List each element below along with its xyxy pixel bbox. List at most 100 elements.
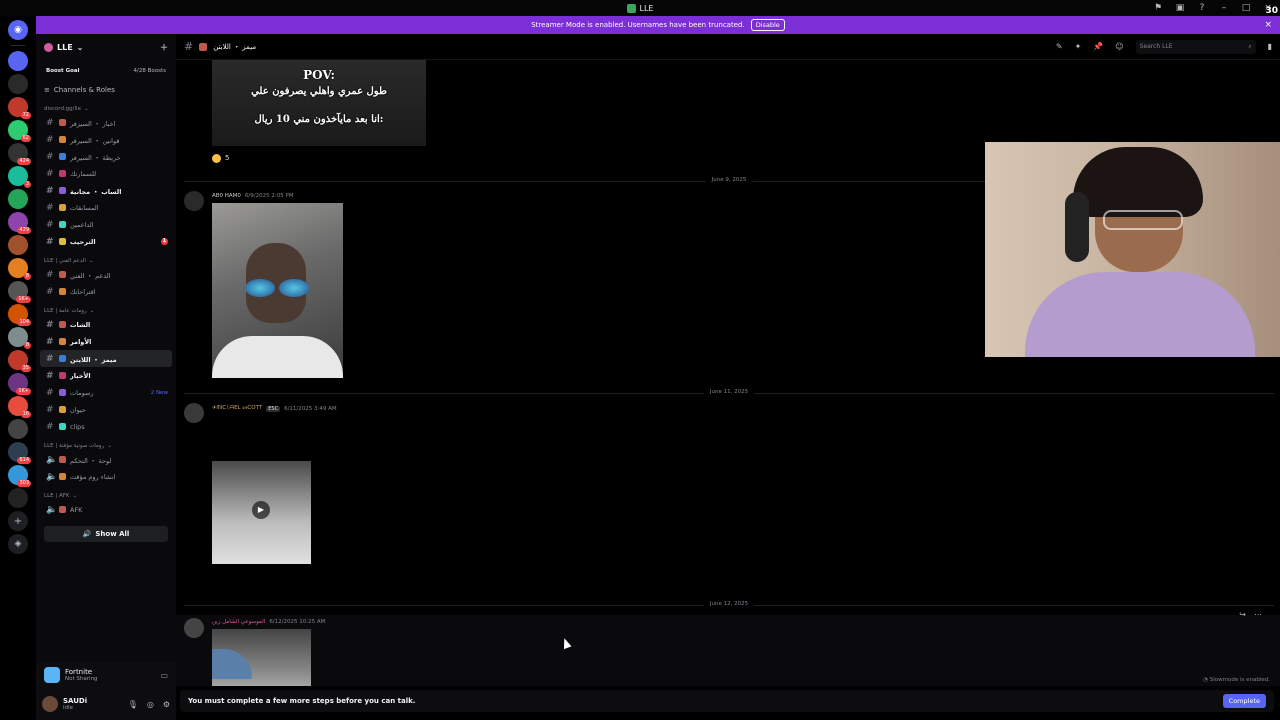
server-icon[interactable]: 3 [8,166,31,188]
server-icon[interactable]: 303 [8,465,31,487]
avatar[interactable] [184,191,204,211]
server-icon[interactable] [8,189,28,209]
members-icon[interactable]: ☺ [1115,42,1123,51]
channel-category[interactable]: LLE | AFK ⌄ [36,485,176,501]
minimize-icon[interactable]: – [1218,2,1230,14]
server-icon[interactable]: 429 [8,212,31,234]
channel-item[interactable]: # اقتراحاتك [36,283,176,300]
image-attachment[interactable] [212,629,311,686]
channel-item[interactable]: # الأخبار [36,367,176,384]
chevron-down-icon: ⌄ [88,258,94,264]
server-icon[interactable] [8,51,28,71]
server-icon[interactable]: 8 [8,327,31,349]
server-icon[interactable]: 614 [8,442,31,464]
message-author[interactable]: ✈ᗰIᑕᛕᗩEᒪ ᔕᑕOTT [212,405,262,412]
inbox-icon[interactable]: ⚑ [1152,2,1164,14]
server-tag[interactable]: ESC [266,405,281,412]
channel-item[interactable]: # clips [36,418,176,435]
category-label: LLE | رومات صوتية مؤقتة [44,443,105,449]
banner-text: Streamer Mode is enabled. Usernames have… [531,21,745,29]
server-icon[interactable]: 424 [8,143,31,165]
complete-button[interactable]: Complete [1222,694,1266,708]
channel-name: ميمز ・ اللايتن [213,42,257,51]
threads-icon[interactable]: ✎ [1056,42,1063,51]
screen-share-icon[interactable]: ▭ [160,671,168,680]
help-icon[interactable]: ? [1196,2,1208,14]
avatar[interactable] [42,696,58,712]
server-icon[interactable] [8,488,28,508]
server-icon[interactable] [8,419,28,439]
channel-category[interactable]: LLE | رومات صوتية مؤقتة ⌄ [36,435,176,451]
channel-item[interactable]: # الدعم ・ الفني [36,266,176,283]
activity-status: Not Sharing [65,676,98,682]
channel-category[interactable]: LLE | الدعم الفني ⌄ [36,250,176,266]
inbox-header-icon[interactable]: ▮ [1268,42,1272,51]
channel-category[interactable]: LLE | رومات عامة ⌄ [36,300,176,316]
show-all-button[interactable]: 🔊 Show All [44,526,168,542]
channel-item[interactable]: 🔈 لوحة ・ التحكم [36,451,176,468]
meme-image[interactable]: POV: طول عمري واهلي يصرفون علي انا بعد م… [212,60,426,146]
channels-roles-item[interactable]: ≡ Channels & Roles [36,82,176,98]
headphones-icon[interactable]: ◎ [147,700,154,709]
channel-item[interactable]: # للسمارتك [36,165,176,182]
channel-item[interactable]: # الساب ・ مجانية [36,182,176,199]
server-icon[interactable] [8,74,28,94]
avatar[interactable] [184,618,204,638]
pin-icon[interactable]: 📌 [1093,42,1103,51]
notification-icon[interactable]: ✦ [1075,42,1082,51]
add-member-icon[interactable]: ＋ [160,42,168,53]
discord-home-icon[interactable]: ◉ [8,20,28,40]
message-author[interactable]: الموسوعي الشامل زين [212,619,265,625]
server-icon[interactable]: 72 [8,97,31,119]
banner-close-icon[interactable]: × [1264,20,1272,30]
avatar[interactable] [184,403,204,423]
channel-item[interactable]: # خريطة ・ السيرفر [36,148,176,165]
channel-item[interactable]: # الأوامر [36,333,176,350]
discover-icon[interactable]: ◈ [8,534,28,554]
unread-badge: 424 [17,158,31,165]
channel-item[interactable]: 🔈 انشاء روم مؤقت [36,468,176,485]
channel-item[interactable]: # الشات [36,316,176,333]
more-icon[interactable]: ⋯ [1254,610,1262,619]
channel-item[interactable]: # ميمز ・ اللايتن [40,350,172,367]
hash-icon: # [46,134,54,145]
server-icon[interactable]: 62 [8,120,31,142]
add-server-icon[interactable]: + [8,511,28,531]
boost-goal-bar[interactable]: Boost Goal 4/28 Boosts [42,64,170,78]
channel-item[interactable]: 🔈 AFK [36,501,176,518]
play-icon[interactable]: ▶ [252,501,270,519]
channel-item[interactable]: # حيوان [36,401,176,418]
streamer-mode-banner: Streamer Mode is enabled. Usernames have… [36,16,1280,34]
channel-item[interactable]: # اخبار ・ السيرفر [36,114,176,131]
channel-item[interactable]: # الداعمين [36,216,176,233]
server-icon[interactable]: 104 [8,304,31,326]
channel-item[interactable]: # الترحيب 1 [36,233,176,250]
channel-category[interactable]: discord.gg/lle ⌄ [36,98,176,114]
gear-icon[interactable]: ⚙ [163,700,170,709]
search-input[interactable]: Search LLE ⌕ [1135,39,1256,54]
message-author[interactable]: AB0 HAM0 [212,193,241,199]
server-icon[interactable]: 1K+ [8,281,31,303]
server-icon[interactable]: 16 [8,396,31,418]
server-icon[interactable]: 1K+ [8,373,31,395]
microphone-icon[interactable]: 🎙 [128,700,138,709]
unread-badge: 3 [23,181,31,188]
reaction[interactable]: 5 [212,151,236,165]
video-attachment[interactable]: ▶ [212,415,311,590]
server-header[interactable]: LLE ⌄ ＋ [36,34,176,60]
server-icon[interactable] [8,235,28,255]
new-badge: 2 New [150,389,168,396]
streamer-icon[interactable]: ▣ [1174,2,1186,14]
channel-item[interactable]: # المسابقات [36,199,176,216]
channel-emoji-icon [199,42,208,51]
server-icon[interactable]: 8 [8,258,31,280]
forward-icon[interactable]: ↪ [1239,610,1246,619]
channel-item[interactable]: # رسومات 2 New [36,384,176,401]
server-icon[interactable]: 35 [8,350,31,372]
channel-emoji-icon [59,372,66,379]
disable-streamer-button[interactable]: Disable [750,19,785,31]
maximize-icon[interactable]: □ [1240,2,1252,14]
message-actions: ↪ ⋯ [1239,610,1262,619]
channel-item[interactable]: # قوانين ・ السيرفر [36,131,176,148]
photo-attachment[interactable] [212,203,343,378]
